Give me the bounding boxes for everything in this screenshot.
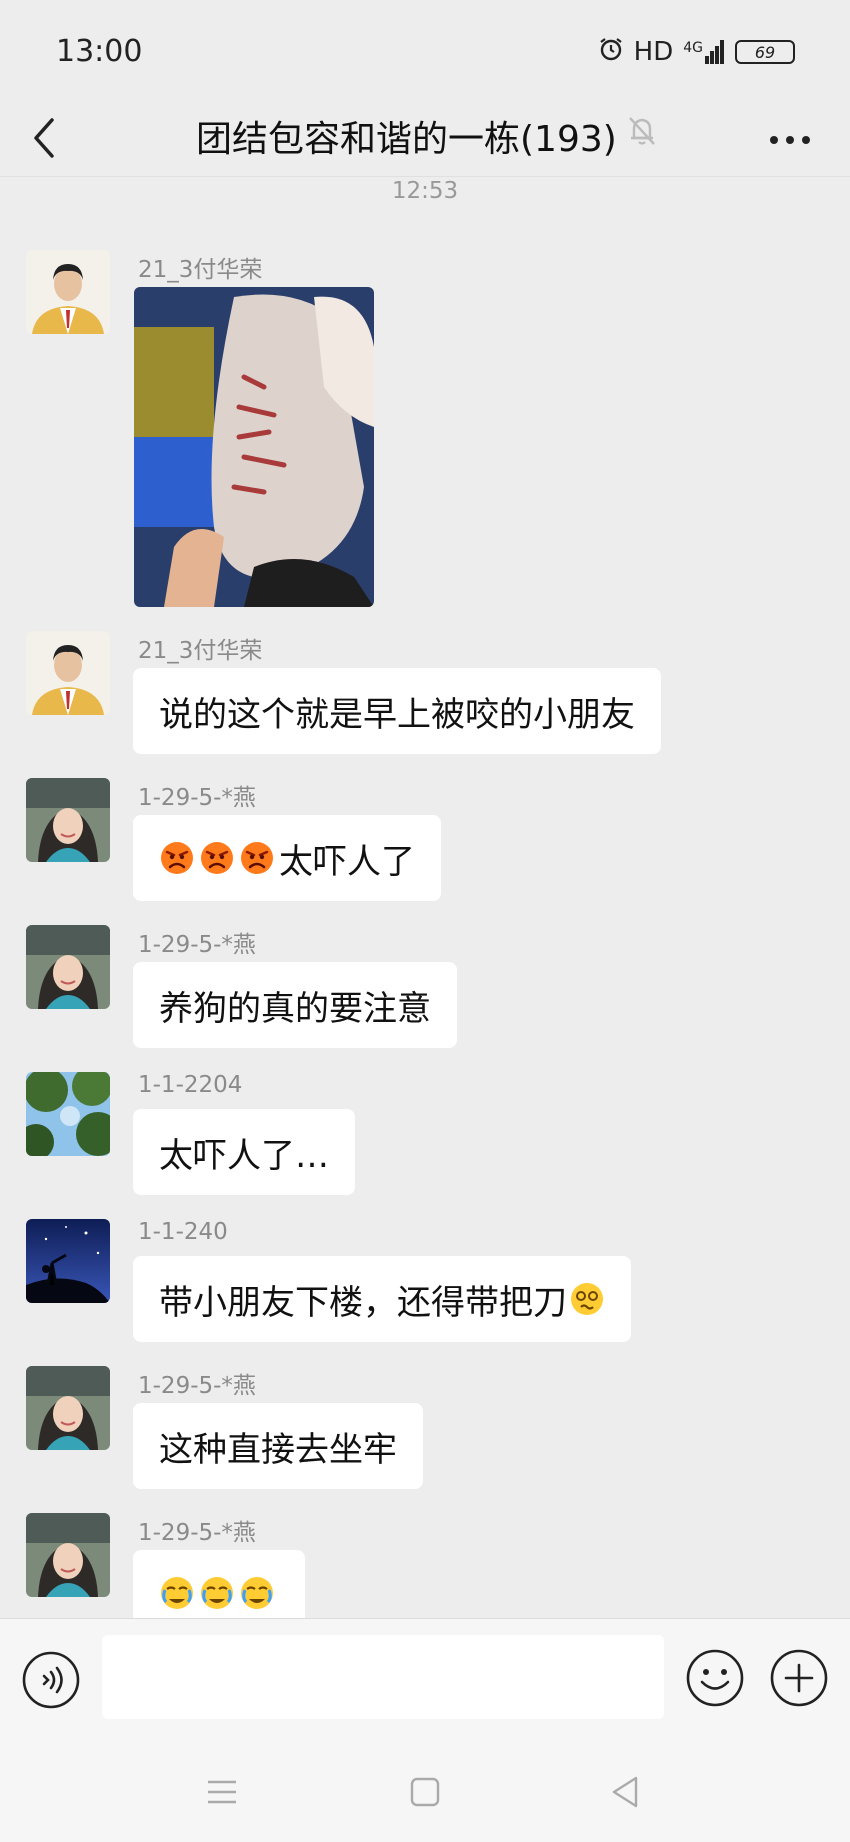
angry-face-icon <box>159 840 195 876</box>
chat-input-bar <box>0 1618 850 1743</box>
status-indicators: HD 4G 69 <box>598 36 795 68</box>
back-button[interactable] <box>24 108 84 168</box>
message-text: 带小朋友下楼，还得带把刀 <box>159 1282 567 1323</box>
status-time: 13:00 <box>56 34 143 69</box>
emoji-button[interactable] <box>684 1647 746 1709</box>
message-text: 这种直接去坐牢 <box>159 1429 397 1470</box>
message-text: 太吓人了 <box>279 841 415 882</box>
sender-name: 1-1-240 <box>138 1219 228 1245</box>
home-square-icon <box>410 1777 440 1807</box>
mute-bell-icon <box>622 110 662 150</box>
avatar[interactable] <box>26 925 110 1009</box>
dizzy-face-icon <box>569 1281 605 1317</box>
sender-name: 1-29-5-*燕 <box>138 932 256 958</box>
voice-input-button[interactable] <box>20 1649 82 1711</box>
message-text: 养狗的真的要注意 <box>159 988 431 1029</box>
hd-label: HD <box>633 37 674 67</box>
chat-header: 团结包容和谐的一栋(193) <box>0 100 850 177</box>
menu-icon <box>208 1780 236 1804</box>
avatar[interactable] <box>26 250 110 334</box>
avatar[interactable] <box>26 778 110 862</box>
smiley-icon <box>686 1649 744 1707</box>
back-nav-button[interactable] <box>606 1772 646 1812</box>
crying-laughing-icon <box>239 1575 275 1611</box>
sender-name: 1-29-5-*燕 <box>138 1373 256 1399</box>
angry-face-icon <box>199 840 235 876</box>
more-functions-button[interactable] <box>768 1647 830 1709</box>
voice-icon <box>22 1651 80 1709</box>
crying-laughing-icon <box>199 1575 235 1611</box>
sender-name: 1-29-5-*燕 <box>138 1520 256 1546</box>
signal-icon: 4G <box>683 40 725 64</box>
message-bubble[interactable]: 太吓人了… <box>133 1109 355 1195</box>
more-options-button[interactable] <box>762 112 822 168</box>
message-item: 1-29-5-*燕 <box>0 1513 850 1618</box>
sender-name: 21_3付华荣 <box>138 638 263 664</box>
sender-name: 1-29-5-*燕 <box>138 785 256 811</box>
crying-laughing-icon <box>159 1575 195 1611</box>
message-bubble[interactable]: 养狗的真的要注意 <box>133 962 457 1048</box>
chevron-left-icon <box>34 118 54 158</box>
avatar[interactable] <box>26 631 110 715</box>
status-bar: 13:00 HD 4G 69 <box>0 0 850 100</box>
sender-name: 21_3付华荣 <box>138 257 263 283</box>
back-triangle-icon <box>612 1776 638 1808</box>
chat-photo[interactable] <box>134 287 374 607</box>
home-nav-button[interactable] <box>405 1772 445 1812</box>
sender-name: 1-1-2204 <box>138 1072 243 1098</box>
menu-nav-button[interactable] <box>202 1772 242 1812</box>
angry-face-icon <box>239 840 275 876</box>
message-text: 说的这个就是早上被咬的小朋友 <box>159 694 635 735</box>
more-dots-icon <box>770 136 810 144</box>
chat-title: 团结包容和谐的一栋(193) <box>196 119 617 160</box>
battery-level: 69 <box>754 42 776 62</box>
message-bubble[interactable]: 这种直接去坐牢 <box>133 1403 423 1489</box>
avatar[interactable] <box>26 1219 110 1303</box>
message-bubble[interactable]: 说的这个就是早上被咬的小朋友 <box>133 668 661 754</box>
plus-circle-icon <box>770 1649 828 1707</box>
network-label: 4G <box>683 40 703 56</box>
message-timestamp: 12:53 <box>391 178 459 204</box>
avatar[interactable] <box>26 1513 110 1597</box>
message-bubble[interactable] <box>133 1550 305 1618</box>
alarm-icon <box>598 36 624 68</box>
system-navigation-bar <box>0 1742 850 1842</box>
avatar[interactable] <box>26 1366 110 1450</box>
battery-icon: 69 <box>735 40 795 64</box>
message-bubble[interactable]: 带小朋友下楼，还得带把刀 <box>133 1256 631 1342</box>
message-text: 太吓人了… <box>159 1135 329 1176</box>
message-input[interactable] <box>102 1635 664 1719</box>
avatar[interactable] <box>26 1072 110 1156</box>
message-bubble[interactable]: 太吓人了 <box>133 815 441 901</box>
